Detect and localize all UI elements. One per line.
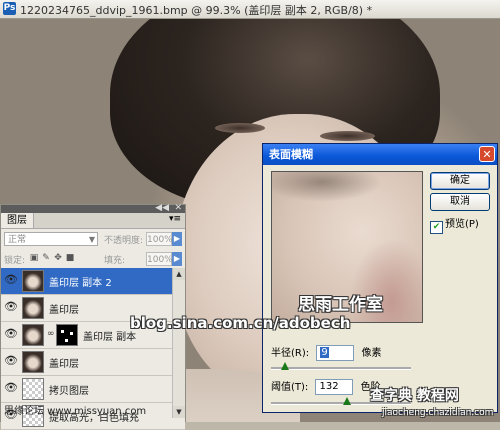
layer-name: 拷贝图层 <box>49 386 89 397</box>
layer-row[interactable]: 👁 盖印层 副本 2 <box>1 268 185 295</box>
layer-thumbnail <box>22 324 44 346</box>
opacity-arrow-button[interactable]: ▶ <box>172 232 182 246</box>
surface-blur-dialog: 表面模糊 ✕ 确定 取消 ✔ 预览(P) 半径(R): 9 像素 阈值(T): 1… <box>262 143 498 413</box>
checkmark-icon: ✔ <box>430 221 443 234</box>
radius-value: 9 <box>320 347 329 358</box>
visibility-eye-icon[interactable]: 👁 <box>4 381 18 395</box>
photo-eye-left <box>215 123 265 133</box>
lock-label: 锁定: <box>4 256 26 266</box>
forum-watermark: 思缘论坛 www.missyuan.com <box>4 406 147 417</box>
photoshop-icon: Ps <box>3 2 16 15</box>
document-title: 1220234765_ddvip_1961.bmp @ 99.3% (盖印层 副… <box>20 4 373 17</box>
radius-unit: 像素 <box>361 348 382 359</box>
layer-name: 盖印层 <box>49 305 79 316</box>
blend-mode-select[interactable]: 正常 ▼ <box>4 232 98 246</box>
fill-arrow-button[interactable]: ▶ <box>172 252 182 266</box>
scroll-up-icon[interactable]: ▲ <box>173 268 185 280</box>
layer-thumbnail <box>22 297 44 319</box>
panel-tab-row: 图层 ▾≡ <box>1 213 185 229</box>
radius-label: 半径(R): <box>271 348 310 359</box>
threshold-slider-handle[interactable] <box>343 397 351 407</box>
tab-layers[interactable]: 图层 <box>1 213 34 228</box>
visibility-eye-icon[interactable]: 👁 <box>4 327 18 341</box>
ok-button[interactable]: 确定 <box>430 172 490 190</box>
preview-checkbox[interactable]: ✔ 预览(P) <box>430 215 479 234</box>
preview-eyebrow <box>272 172 382 202</box>
layer-row[interactable]: 👁 拷贝图层 <box>1 376 185 403</box>
threshold-input[interactable]: 132 <box>315 379 354 395</box>
radius-input[interactable]: 9 <box>316 345 355 361</box>
threshold-row: 阈值(T): 132 色阶 <box>271 378 381 395</box>
layers-scrollbar[interactable]: ▲ ▼ <box>172 268 185 418</box>
radius-slider-handle[interactable] <box>281 362 289 372</box>
opacity-field[interactable]: 100% <box>146 232 173 246</box>
layers-panel: ◀◀ ✕ 图层 ▾≡ 正常 ▼ 不透明度: 100% ▶ 锁定: ▣ ✎ ✥ ■… <box>0 203 186 430</box>
close-icon[interactable]: ✕ <box>174 203 182 213</box>
collapse-icon[interactable]: ◀◀ <box>155 203 169 213</box>
blend-mode-value: 正常 <box>8 235 27 245</box>
layer-row[interactable]: 👁 盖印层 <box>1 349 185 376</box>
fill-label: 填充: <box>104 256 126 266</box>
photo-eye-right <box>320 131 375 141</box>
fill-field[interactable]: 100% <box>146 252 173 266</box>
layer-thumbnail <box>22 270 44 292</box>
dialog-title-text: 表面模糊 <box>269 148 313 161</box>
opacity-label: 不透明度: <box>104 236 144 246</box>
studio-watermark: 思雨工作室 <box>298 295 383 315</box>
panel-menu-icon[interactable]: ▾≡ <box>169 214 181 224</box>
close-icon[interactable]: ✕ <box>479 146 495 162</box>
radius-slider[interactable] <box>271 362 411 370</box>
visibility-eye-icon[interactable]: 👁 <box>4 354 18 368</box>
layer-thumbnail <box>22 351 44 373</box>
layer-list: 👁 盖印层 副本 2 👁 盖印层 👁 ∞ 盖印层 副本 👁 盖印层 👁 拷贝图层 <box>1 268 185 430</box>
visibility-eye-icon[interactable]: 👁 <box>4 273 18 287</box>
lock-paint-icon[interactable]: ✎ <box>41 253 51 263</box>
chain-link-icon[interactable]: ∞ <box>47 329 55 339</box>
chevron-down-icon: ▼ <box>88 235 95 244</box>
site-url-watermark: jiaocheng.chazidian.com <box>382 408 494 418</box>
lock-all-icon[interactable]: ■ <box>65 253 75 263</box>
radius-row: 半径(R): 9 像素 <box>271 344 382 361</box>
threshold-value: 132 <box>319 381 339 392</box>
blend-row: 正常 ▼ 不透明度: 100% ▶ <box>1 229 185 249</box>
layer-name: 盖印层 副本 <box>83 332 137 343</box>
threshold-label: 阈值(T): <box>271 382 309 393</box>
site-watermark: 查字典 教程网 <box>370 388 459 404</box>
cancel-button[interactable]: 取消 <box>430 193 490 211</box>
document-title-bar: Ps 1220234765_ddvip_1961.bmp @ 99.3% (盖印… <box>0 0 500 19</box>
panel-header-bar: ◀◀ ✕ <box>1 203 185 213</box>
layer-name: 盖印层 副本 2 <box>49 278 112 289</box>
visibility-eye-icon[interactable]: 👁 <box>4 300 18 314</box>
blog-watermark: blog.sina.com.cn/adobech <box>130 314 351 332</box>
dialog-title: 表面模糊 ✕ <box>263 144 497 165</box>
lock-transparency-icon[interactable]: ▣ <box>29 253 39 263</box>
layer-mask-thumbnail <box>56 324 78 346</box>
layer-name: 盖印层 <box>49 359 79 370</box>
lock-row: 锁定: ▣ ✎ ✥ ■ 填充: 100% ▶ <box>1 249 185 269</box>
layer-thumbnail <box>22 378 44 400</box>
scroll-down-icon[interactable]: ▼ <box>173 406 185 418</box>
lock-move-icon[interactable]: ✥ <box>53 253 63 263</box>
preview-checkbox-label: 预览(P) <box>445 219 479 230</box>
